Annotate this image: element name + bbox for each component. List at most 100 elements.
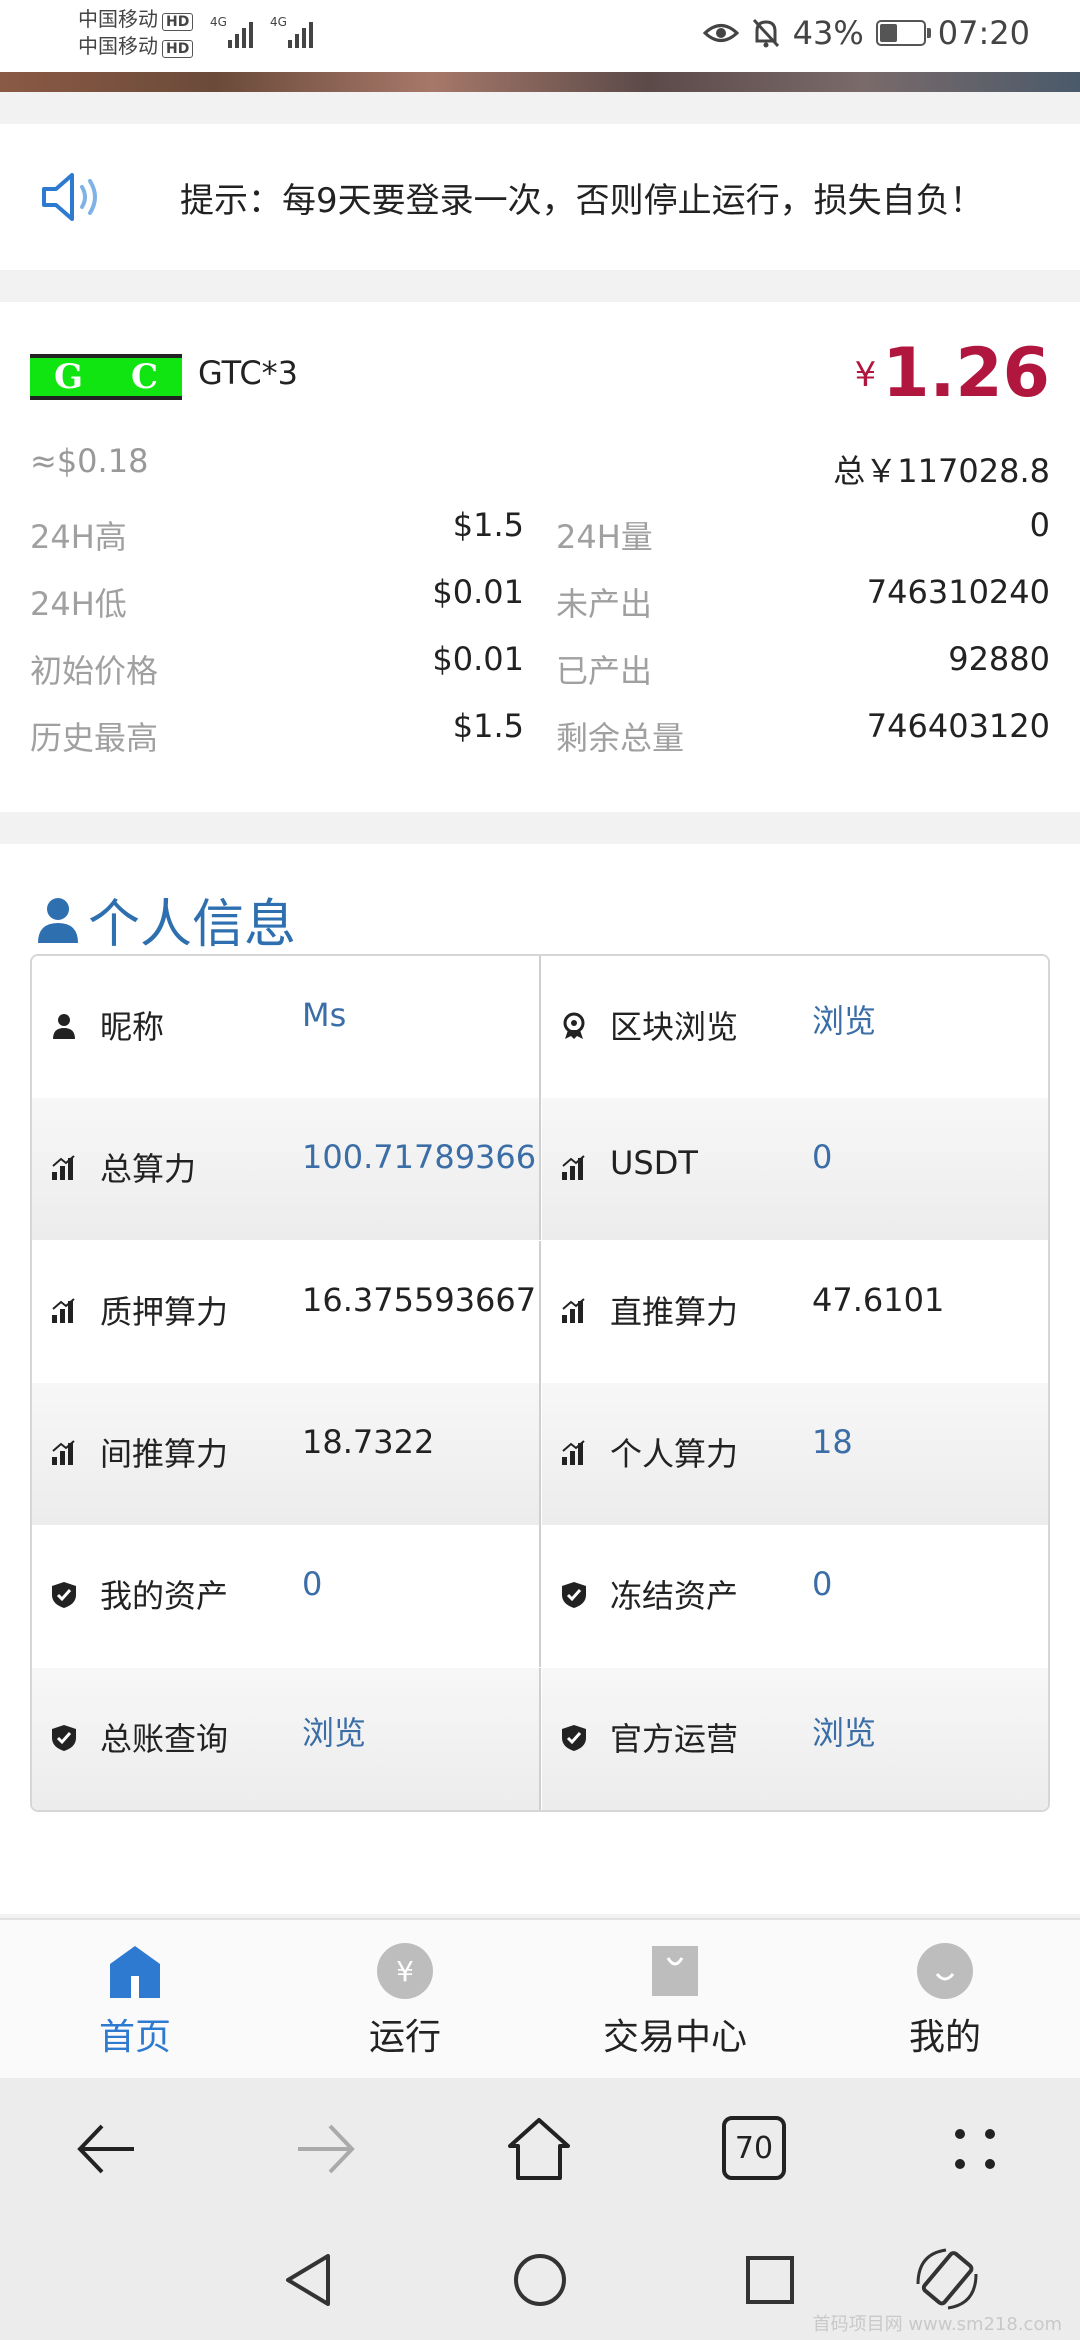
info-cell[interactable]: 总账查询 浏览: [32, 1668, 541, 1810]
stat-value: $0.01: [432, 640, 524, 678]
back-arrow-icon[interactable]: [72, 2114, 142, 2184]
info-grid: 昵称Ms区块浏览浏览总算力100.71789366744USDT0质押算力16.…: [30, 954, 1050, 1812]
battery-percent: 43%: [792, 14, 864, 52]
info-link[interactable]: Ms: [302, 996, 538, 1034]
stat-label: 已产出: [556, 652, 653, 690]
stat-label: 初始价格: [30, 652, 159, 690]
stat-label: 历史最高: [30, 719, 159, 757]
sys-recents-icon[interactable]: [740, 2250, 800, 2310]
notice-bar[interactable]: 提示：每9天要登录一次，否则停止运行，损失自负！: [0, 124, 1080, 270]
section-title: 个人信息: [36, 882, 296, 957]
coin-logo: G C: [30, 354, 182, 400]
sys-back-icon[interactable]: [280, 2250, 340, 2310]
info-cell[interactable]: 区块浏览 浏览: [542, 956, 1048, 1098]
user-icon: [38, 897, 78, 943]
stat-item: 24H高 $1.5: [30, 506, 524, 572]
stat-item: 未产出 746310240: [556, 573, 1050, 639]
menu-dots-icon[interactable]: [940, 2114, 1010, 2184]
banner-image[interactable]: [0, 72, 1080, 92]
browser-toolbar: 70: [0, 2078, 1080, 2218]
rotate-screen-icon[interactable]: [912, 2244, 982, 2314]
info-label: 直推算力: [610, 1293, 739, 1331]
forward-arrow-icon[interactable]: [290, 2114, 360, 2184]
info-cell[interactable]: 我的资产 0: [32, 1525, 541, 1667]
currency-symbol: ¥: [854, 355, 877, 395]
nav-label: 运行: [368, 2017, 441, 2058]
home-outline-icon[interactable]: [504, 2114, 574, 2184]
info-link[interactable]: 浏览: [812, 1708, 1048, 1754]
section-title-text: 个人信息: [88, 895, 297, 955]
info-cell[interactable]: 官方运营 浏览: [542, 1668, 1048, 1810]
stat-item: 24H量 0: [556, 506, 1050, 572]
info-label: USDT: [610, 1144, 698, 1182]
info-value: 18.7322: [302, 1423, 435, 1461]
info-value: 16.375593667: [302, 1281, 537, 1319]
tabs-button[interactable]: 70: [722, 2116, 786, 2180]
signal-bars-icon: [560, 1439, 588, 1467]
info-link[interactable]: 100.71789366744: [302, 1138, 538, 1176]
hd-badge: HD: [162, 13, 194, 31]
stat-value: 746403120: [866, 707, 1050, 745]
coin-price: ¥1.26: [855, 334, 1050, 413]
hd-badge: HD: [162, 40, 194, 58]
shield-check-icon: [50, 1581, 78, 1609]
info-label: 总账查询: [100, 1720, 229, 1758]
stat-item: 初始价格 $0.01: [30, 640, 524, 706]
stat-item: 已产出 92880: [556, 640, 1050, 706]
info-link[interactable]: 浏览: [302, 1708, 538, 1754]
info-cell[interactable]: 昵称 Ms: [32, 956, 541, 1098]
info-label: 冻结资产: [610, 1577, 739, 1615]
info-label: 我的资产: [100, 1577, 229, 1615]
usd-approx: ≈$0.18: [30, 442, 149, 480]
home-icon: [110, 1946, 160, 1998]
notice-text: 提示：每9天要登录一次，否则停止运行，损失自负！: [180, 180, 984, 221]
shopping-bag-icon: [652, 1946, 698, 1996]
stat-label: 24H高: [30, 518, 127, 556]
info-value: 47.6101: [812, 1281, 945, 1319]
info-label: 区块浏览: [610, 1008, 739, 1046]
user-icon: [50, 1012, 78, 1040]
info-label: 质押算力: [100, 1293, 229, 1331]
info-link[interactable]: 0: [302, 1565, 538, 1603]
info-link[interactable]: 0: [812, 1138, 1048, 1176]
info-cell[interactable]: 总算力 100.71789366744: [32, 1098, 541, 1240]
stat-label: 剩余总量: [556, 719, 685, 757]
tab-count: 70: [734, 2130, 774, 2166]
info-cell: 质押算力 16.375593667: [32, 1241, 541, 1383]
info-label: 个人算力: [610, 1435, 739, 1473]
info-cell[interactable]: USDT 0: [542, 1098, 1048, 1240]
info-link[interactable]: 0: [812, 1565, 1048, 1603]
sys-home-icon[interactable]: [510, 2250, 570, 2310]
info-cell[interactable]: 冻结资产 0: [542, 1525, 1048, 1667]
coin-name: GTC*3: [198, 354, 299, 392]
nav-label: 我的: [908, 2017, 981, 2058]
carrier-1: 中国移动: [78, 7, 158, 31]
nav-run[interactable]: ¥ 运行: [305, 1942, 505, 2060]
info-cell: 直推算力 47.6101: [542, 1241, 1048, 1383]
personal-info-section: 个人信息 昵称Ms区块浏览浏览总算力100.71789366744USDT0质押…: [0, 844, 1080, 1914]
info-label: 昵称: [100, 1008, 165, 1046]
signal-icon: 4G 4G: [210, 15, 313, 48]
stat-value: $1.5: [452, 707, 524, 745]
nav-mine[interactable]: 我的: [845, 1942, 1045, 2060]
info-cell[interactable]: 个人算力 18: [542, 1383, 1048, 1525]
stat-item: 剩余总量 746403120: [556, 707, 1050, 773]
info-link[interactable]: 18: [812, 1423, 1048, 1461]
stat-item: 历史最高 $1.5: [30, 707, 524, 773]
system-nav-bar: 首码项目网 www.sm218.com: [0, 2218, 1080, 2340]
shield-check-icon: [50, 1724, 78, 1752]
badge-icon: [560, 1012, 588, 1040]
nav-label: 首页: [98, 2017, 171, 2058]
info-link[interactable]: 浏览: [812, 996, 1048, 1042]
stat-label: 未产出: [556, 585, 653, 623]
nav-label: 交易中心: [602, 2017, 747, 2058]
carrier-info: 中国移动 HD 中国移动 HD: [78, 6, 194, 60]
carrier-2: 中国移动: [78, 34, 158, 58]
nav-home[interactable]: 首页: [35, 1942, 235, 2060]
nav-trade[interactable]: 交易中心: [575, 1942, 775, 2060]
signal-bars-icon: [50, 1439, 78, 1467]
bell-off-icon: [752, 18, 779, 48]
logo-letter: G: [53, 357, 84, 397]
stat-value: 746310240: [866, 573, 1050, 611]
stat-item: 24H低 $0.01: [30, 573, 524, 639]
